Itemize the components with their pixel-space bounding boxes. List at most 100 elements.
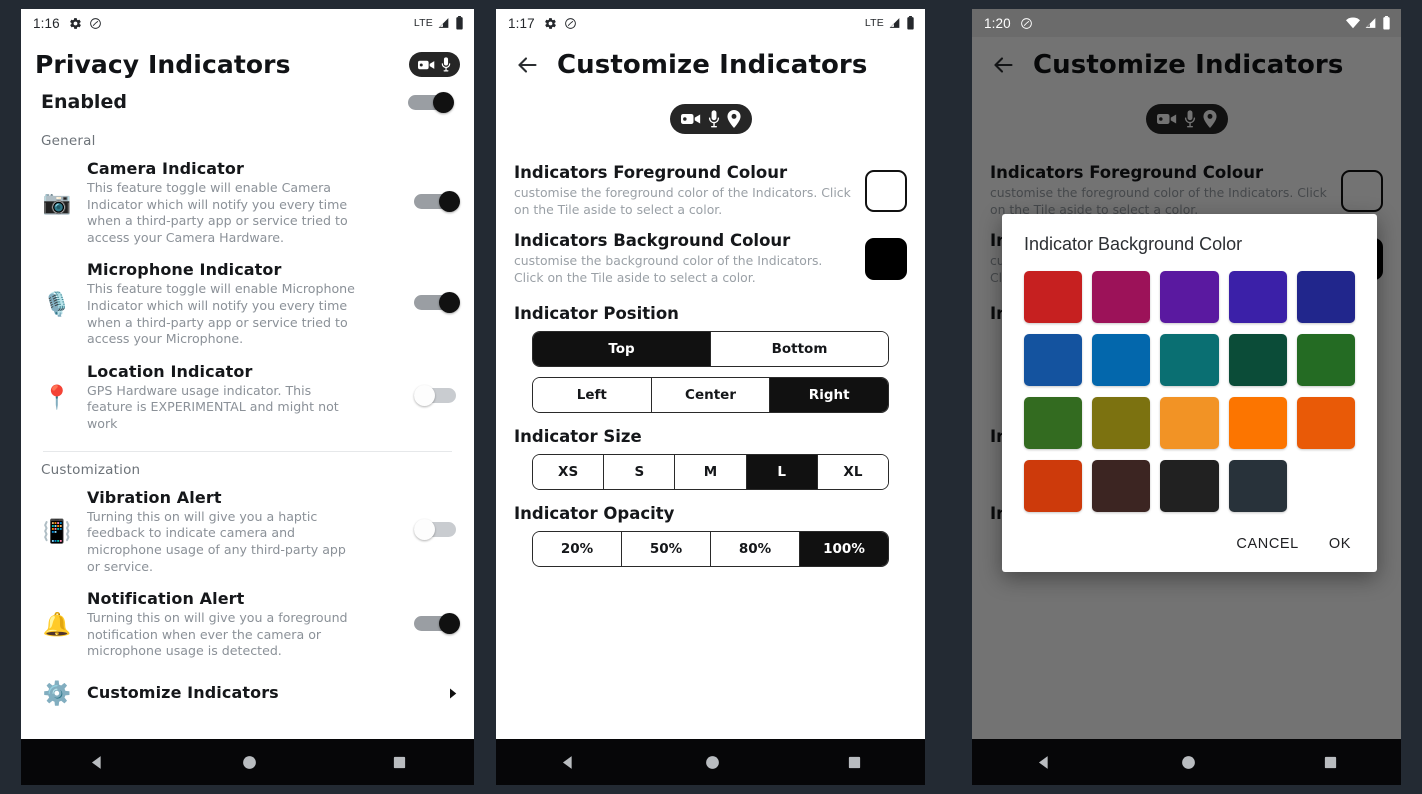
signal-icon (888, 17, 902, 30)
color-swatch-2[interactable] (1160, 271, 1219, 323)
color-swatch-15[interactable] (1024, 460, 1083, 512)
home-circle-icon[interactable] (241, 754, 258, 771)
home-circle-icon[interactable] (1180, 754, 1197, 771)
background-colour-title: Indicators Background Colour (514, 231, 791, 250)
camera-indicator-toggle[interactable] (414, 190, 460, 212)
setting-row-microphone-indicator[interactable]: 🎙️ Microphone Indicator This feature tog… (21, 254, 474, 355)
back-triangle-icon[interactable] (1035, 753, 1054, 772)
ok-button[interactable]: OK (1327, 532, 1353, 556)
camera-icon (418, 59, 435, 71)
setting-title: Vibration Alert (87, 487, 222, 507)
color-swatch-7[interactable] (1160, 334, 1219, 386)
enabled-label: Enabled (41, 91, 127, 113)
opacity-segmented[interactable]: 20% 50% 80% 100% (532, 531, 889, 567)
recents-square-icon[interactable] (1323, 755, 1338, 770)
android-nav-bar (21, 739, 474, 785)
segment-top[interactable]: Top (533, 332, 711, 366)
enabled-toggle[interactable] (408, 92, 454, 113)
recents-square-icon[interactable] (847, 755, 862, 770)
color-swatch-13[interactable] (1228, 397, 1287, 449)
color-swatch-18[interactable] (1228, 460, 1287, 512)
segment-opacity-50[interactable]: 50% (622, 532, 711, 566)
section-header-customization: Customization (41, 461, 141, 478)
segment-l[interactable]: L (746, 455, 818, 489)
color-swatch-12[interactable] (1160, 397, 1219, 449)
back-arrow-icon[interactable] (510, 51, 545, 79)
foreground-colour-swatch[interactable] (865, 169, 907, 212)
recents-square-icon[interactable] (392, 755, 407, 770)
segment-opacity-80[interactable]: 80% (711, 532, 800, 566)
color-swatch-5[interactable] (1024, 334, 1083, 386)
segment-xl[interactable]: XL (817, 455, 888, 489)
android-nav-bar (972, 739, 1401, 785)
segment-m[interactable]: M (675, 455, 747, 489)
position-vertical-segmented[interactable]: Top Bottom (532, 331, 889, 367)
color-swatch-14[interactable] (1296, 397, 1355, 449)
color-swatch-0[interactable] (1024, 271, 1083, 323)
foreground-colour-row[interactable]: Indicators Foreground Colour customise t… (514, 156, 907, 224)
location-pin-emoji-icon: 📍 (42, 384, 72, 411)
battery-icon (455, 16, 464, 30)
setting-title: Notification Alert (87, 589, 245, 609)
segment-opacity-20[interactable]: 20% (533, 532, 622, 566)
page-title: Privacy Indicators (35, 50, 291, 79)
foreground-colour-description: customise the foreground color of the In… (514, 185, 851, 217)
notification-alert-toggle[interactable] (414, 612, 460, 634)
background-colour-row[interactable]: Indicators Background Colour customise t… (514, 224, 907, 292)
segment-center[interactable]: Center (651, 378, 771, 412)
phone-panel-customize-indicators: 1:17 LTE Customize Indicators Indicators… (496, 9, 925, 785)
color-swatch-4[interactable] (1296, 271, 1355, 323)
back-triangle-icon[interactable] (559, 753, 578, 772)
segment-xs[interactable]: XS (533, 455, 605, 489)
back-triangle-icon[interactable] (88, 753, 107, 772)
battery-icon (906, 16, 915, 30)
size-segmented[interactable]: XS S M L XL (532, 454, 889, 490)
nfc-icon (564, 17, 577, 30)
color-picker-dialog: Indicator Background Color CANCEL OK (1002, 214, 1377, 572)
page-title: Customize Indicators (557, 50, 868, 80)
nfc-icon (1020, 17, 1033, 30)
color-swatch-10[interactable] (1024, 397, 1083, 449)
network-type-label: LTE (413, 17, 433, 29)
segment-right[interactable]: Right (770, 378, 888, 412)
location-indicator-toggle[interactable] (414, 385, 460, 407)
vibration-alert-toggle[interactable] (414, 519, 460, 541)
color-swatch-8[interactable] (1228, 334, 1287, 386)
setting-row-location-indicator[interactable]: 📍 Location Indicator GPS Hardware usage … (21, 356, 474, 441)
microphone-emoji-icon: 🎙️ (42, 291, 72, 318)
indicator-position-title: Indicator Position (514, 304, 679, 323)
settings-gears-emoji-icon: ⚙️ (42, 681, 72, 708)
segment-left[interactable]: Left (533, 378, 652, 412)
setting-description: GPS Hardware usage indicator. This featu… (87, 382, 339, 432)
camera-icon (680, 112, 701, 126)
home-circle-icon[interactable] (704, 754, 721, 771)
color-swatch-11[interactable] (1092, 397, 1151, 449)
vibrating-phone-emoji-icon: 📳 (42, 518, 72, 545)
dialog-title: Indicator Background Color (1024, 234, 1243, 254)
color-swatch-6[interactable] (1092, 334, 1151, 386)
color-swatch-17[interactable] (1160, 460, 1219, 512)
gear-icon (544, 17, 557, 30)
position-horizontal-segmented[interactable]: Left Center Right (532, 377, 889, 413)
color-swatch-1[interactable] (1092, 271, 1151, 323)
enabled-row[interactable]: Enabled (21, 87, 474, 123)
phone-panel-color-picker-dialog: 1:20 Indicator Background Color CANCEL O… (972, 9, 1401, 785)
segment-s[interactable]: S (604, 455, 676, 489)
microphone-indicator-toggle[interactable] (414, 292, 460, 314)
color-swatch-16[interactable] (1092, 460, 1151, 512)
setting-row-notification-alert[interactable]: 🔔 Notification Alert Turning this on wil… (21, 583, 474, 668)
setting-row-customize-indicators[interactable]: ⚙️ Customize Indicators (21, 668, 474, 718)
color-swatch-9[interactable] (1296, 334, 1355, 386)
segment-opacity-100[interactable]: 100% (800, 532, 888, 566)
location-icon (726, 110, 741, 128)
background-colour-swatch[interactable] (865, 237, 907, 280)
cancel-button[interactable]: CANCEL (1234, 532, 1300, 556)
background-colour-description: customise the background color of the In… (514, 253, 823, 285)
segment-bottom[interactable]: Bottom (711, 332, 888, 366)
camera-emoji-icon: 📷 (42, 190, 72, 217)
setting-row-vibration-alert[interactable]: 📳 Vibration Alert Turning this on will g… (21, 482, 474, 583)
setting-row-camera-indicator[interactable]: 📷 Camera Indicator This feature toggle w… (21, 153, 474, 254)
gear-icon (69, 17, 82, 30)
color-swatch-3[interactable] (1228, 271, 1287, 323)
microphone-icon (441, 57, 451, 72)
